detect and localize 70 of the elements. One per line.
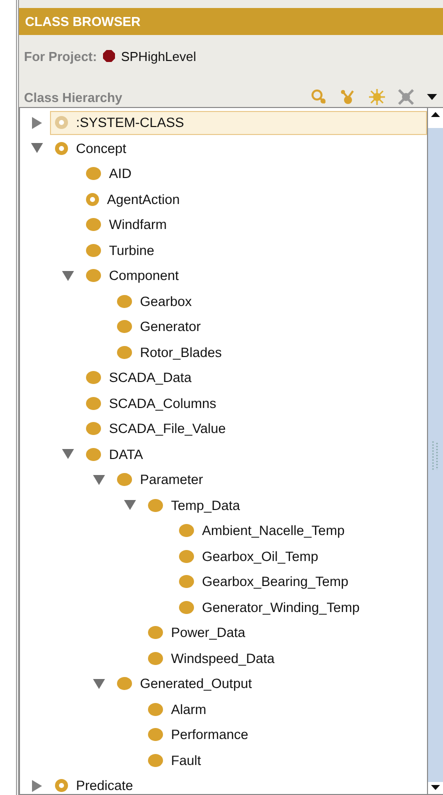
- tree-item[interactable]: Generated_Output: [112, 672, 259, 696]
- expanded-arrow-icon[interactable]: [93, 678, 105, 689]
- class-icon: [179, 524, 194, 538]
- tree-item[interactable]: Concept: [50, 136, 134, 160]
- tree-item[interactable]: Turbine: [81, 238, 162, 262]
- expanded-arrow-icon[interactable]: [62, 270, 74, 281]
- class-icon: [55, 779, 68, 792]
- tree-item[interactable]: DATA: [81, 442, 150, 466]
- class-icon: [86, 192, 99, 206]
- collapsed-arrow-icon[interactable]: [32, 116, 42, 129]
- tree-item[interactable]: Windspeed_Data: [143, 646, 282, 670]
- collapsed-arrow-icon[interactable]: [32, 780, 42, 792]
- tree-item[interactable]: Windfarm: [81, 212, 174, 237]
- class-icon: [117, 473, 132, 486]
- class-icon: [86, 448, 101, 461]
- tree-item[interactable]: Ambient_Nacelle_Temp: [174, 518, 352, 543]
- tree-item[interactable]: Component: [81, 264, 186, 288]
- class-icon: [148, 754, 163, 767]
- class-icon: [179, 550, 194, 563]
- tree-item[interactable]: Alarm: [143, 697, 214, 722]
- project-label: For Project:: [24, 48, 97, 64]
- grip-icon: [431, 440, 440, 470]
- class-icon: [148, 626, 163, 640]
- tree-item[interactable]: Gearbox_Bearing_Temp: [174, 570, 356, 594]
- tree-item[interactable]: SCADA_Data: [81, 366, 199, 390]
- class-icon: [55, 142, 68, 155]
- tree-item[interactable]: Power_Data: [143, 620, 252, 645]
- class-icon: [179, 600, 194, 614]
- scrollbar-thumb[interactable]: [428, 128, 443, 782]
- section-label: Class Hierarchy: [24, 90, 122, 105]
- class-icon: [179, 575, 194, 588]
- tree-item[interactable]: AgentAction: [81, 187, 187, 212]
- tree-item[interactable]: SCADA_Columns: [81, 391, 224, 416]
- tree-item[interactable]: :SYSTEM-CLASS: [50, 110, 427, 135]
- expanded-arrow-icon[interactable]: [31, 143, 43, 154]
- tree-item[interactable]: Temp_Data: [143, 493, 248, 518]
- class-icon: [148, 702, 163, 716]
- panel-title: CLASS BROWSER: [19, 8, 443, 35]
- class-icon: [86, 167, 101, 180]
- class-icon: [55, 116, 68, 130]
- tree-item[interactable]: Rotor_Blades: [112, 340, 229, 364]
- class-icon: [86, 371, 101, 384]
- class-icon: [86, 244, 101, 257]
- class-icon: [86, 422, 101, 436]
- caret-icon[interactable]: [427, 94, 437, 100]
- class-icon: [117, 320, 132, 334]
- class-icon: [117, 677, 132, 690]
- project-icon: [102, 50, 115, 62]
- class-icon: [86, 396, 101, 410]
- tree-item[interactable]: Predicate: [50, 774, 140, 794]
- class-icon: [148, 728, 163, 742]
- class-icon: [117, 294, 132, 308]
- tree-item[interactable]: SCADA_File_Value: [81, 416, 233, 441]
- tree-item[interactable]: Parameter: [112, 468, 210, 492]
- tree-item[interactable]: Performance: [143, 722, 256, 747]
- expanded-arrow-icon[interactable]: [124, 500, 136, 510]
- project-name: SPHighLevel: [120, 48, 196, 64]
- tree-item[interactable]: Gearbox_Oil_Temp: [174, 544, 326, 568]
- tree-item[interactable]: Generator: [112, 314, 208, 339]
- expanded-arrow-icon[interactable]: [62, 449, 74, 460]
- class-icon: [148, 498, 163, 512]
- expanded-arrow-icon[interactable]: [93, 474, 105, 485]
- class-icon: [148, 652, 163, 665]
- tree-item[interactable]: Gearbox: [112, 289, 199, 314]
- tree-item[interactable]: Generator_Winding_Temp: [174, 595, 367, 620]
- tree-item[interactable]: AID: [81, 162, 139, 186]
- class-icon: [86, 269, 101, 282]
- class-icon: [86, 218, 101, 232]
- class-icon: [117, 346, 132, 359]
- tree-item[interactable]: Fault: [143, 748, 208, 772]
